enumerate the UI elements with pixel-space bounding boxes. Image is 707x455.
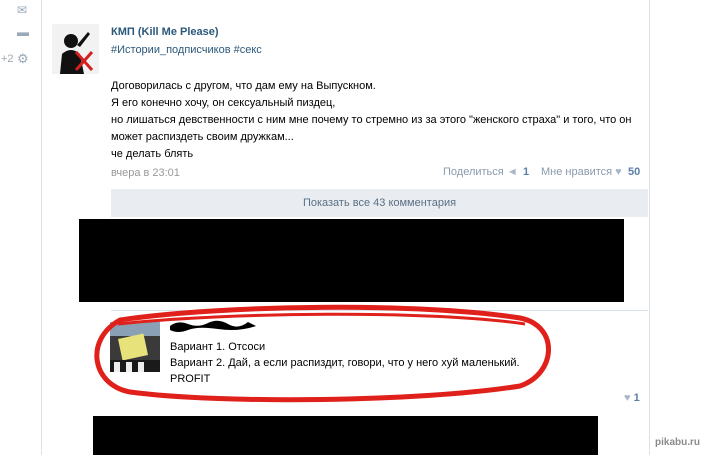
share-label: Поделиться	[443, 166, 504, 178]
redacted-comment-block	[79, 219, 624, 302]
post-text-line: Договорилась с другом, что дам ему на Вы…	[111, 80, 376, 92]
heart-icon: ♥	[624, 392, 631, 404]
post-text-line: че делать блять	[111, 148, 194, 160]
comment-icon[interactable]: ▬	[17, 25, 29, 39]
share-button[interactable]: Поделиться ◄	[443, 166, 518, 178]
heart-icon: ♥	[615, 166, 622, 178]
like-count: 50	[628, 166, 641, 178]
comment-like-count: 1	[633, 392, 640, 404]
comment-divider	[111, 310, 648, 311]
share-count: 1	[523, 166, 530, 178]
mail-icon[interactable]: ✉	[17, 3, 27, 17]
comment-text-line: Вариант 2. Дай, а если распиздит, говори…	[170, 357, 520, 369]
comment-text-line: PROFIT	[170, 373, 211, 385]
commenter-avatar[interactable]	[110, 322, 160, 372]
comment-text-line: Вариант 1. Отсоси	[170, 341, 266, 353]
post-author-link[interactable]: КМП (Kill Me Please)	[111, 26, 219, 38]
left-rail: ✉ ▬ +2 ⚙	[0, 0, 42, 455]
redacted-comment-block	[93, 416, 598, 455]
post-text-line: но лишаться девственности с ним мне поче…	[111, 114, 632, 126]
rail-comment-count: +2	[1, 53, 14, 65]
post-hashtags[interactable]: #Истории_подписчиков #секс	[111, 44, 262, 56]
comment-like-button[interactable]: ♥ 1	[624, 392, 640, 404]
redacted-commenter-name	[170, 320, 256, 332]
megaphone-icon: ◄	[506, 166, 518, 178]
post-text-line: может распиздеть своим дружкам...	[111, 131, 294, 143]
post-timestamp[interactable]: вчера в 23:01	[111, 167, 180, 179]
group-avatar[interactable]	[52, 24, 99, 74]
like-button[interactable]: Мне нравится ♥	[541, 166, 622, 178]
post-text-line: Я его конечно хочу, он сексуальный пизде…	[111, 97, 336, 109]
like-label: Мне нравится	[541, 166, 613, 178]
watermark: pikabu.ru	[655, 437, 701, 448]
show-all-comments-button[interactable]: Показать все 43 комментария	[111, 189, 648, 217]
gear-icon[interactable]: ⚙	[17, 51, 29, 67]
